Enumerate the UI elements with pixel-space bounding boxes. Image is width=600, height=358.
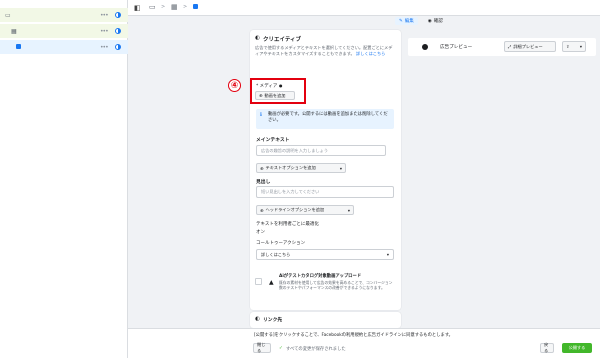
- optimize-label: テキストを利用者ごとに最適化: [256, 222, 319, 227]
- sidebar-item-adset[interactable]: ▦ •••: [0, 24, 128, 38]
- publish-button[interactable]: 公開する: [562, 343, 592, 353]
- creative-title: クリエイティブ: [263, 37, 302, 43]
- detail-preview-label: 詳細プレビュー: [513, 43, 543, 49]
- ad-square-icon: [16, 44, 21, 49]
- chevron-down-icon: ▾: [579, 44, 582, 49]
- close-button[interactable]: 閉じる: [253, 342, 271, 353]
- folder-icon[interactable]: ▭: [149, 3, 156, 11]
- tab-preview[interactable]: ◉ 確認: [424, 17, 447, 25]
- preview-header: 広告プレビュー ⤢ 詳細プレビュー ⇪ ▾: [408, 38, 596, 56]
- plus-circle-icon: ⊕: [260, 165, 264, 171]
- catalog-icon: ▲: [269, 279, 274, 286]
- link-section-title: リンク先: [263, 318, 283, 323]
- footer-bar: [公開する]をクリックすることで、Facebookの利用規約と広告ガイドラインに…: [128, 328, 600, 358]
- status-toggle-icon[interactable]: [115, 12, 121, 18]
- status-toggle-icon[interactable]: [115, 28, 121, 34]
- optimize-value: オン: [256, 230, 265, 235]
- grid-icon: ▦: [11, 27, 17, 35]
- add-text-option-button[interactable]: ⊕ テキストオプションを追加 ▾: [256, 163, 346, 173]
- info-icon: ℹ: [260, 112, 262, 118]
- tab-edit[interactable]: ✎ 編集: [395, 17, 418, 25]
- creative-description: 広告で使用するメディアとテキストを選択してください。配置ごとにメディアやテキスト…: [255, 45, 395, 57]
- saved-status: すべての変更が保存されました: [286, 347, 346, 352]
- headline-label: 見出し: [256, 180, 271, 185]
- catalog-description: 既存の素材を使用して広告の効果を高めることで、コンバージョン数のテストやパフォー…: [279, 280, 393, 290]
- more-icon[interactable]: •••: [100, 12, 109, 19]
- video-required-text: 動画が必要です。公開するには動画を追加または削除してください。: [268, 112, 388, 123]
- chevron-down-icon: ▾: [347, 207, 350, 213]
- more-icon[interactable]: •••: [100, 44, 109, 51]
- view-tabs: ✎ 編集 ◉ 確認: [395, 17, 447, 25]
- headline-input[interactable]: 短い見出しを入力してください: [256, 186, 394, 198]
- creative-half-icon: ◐: [255, 35, 260, 41]
- share-icon: ⇪: [566, 44, 570, 49]
- main-text-label: メインテキスト: [256, 138, 290, 143]
- detail-preview-button[interactable]: ⤢ 詳細プレビュー: [504, 41, 556, 52]
- back-button[interactable]: 戻る: [540, 342, 554, 353]
- add-headline-option-button[interactable]: ⊕ ヘッドラインオプションを追加 ▾: [256, 205, 354, 215]
- breadcrumb-separator: >: [161, 4, 166, 10]
- step-highlight-box: [250, 78, 306, 104]
- status-toggle-icon[interactable]: [115, 44, 121, 50]
- ad-preview-label: 広告プレビュー: [440, 45, 473, 50]
- agreement-text: [公開する]をクリックすることで、Facebookの利用規約と広告ガイドラインに…: [254, 333, 453, 338]
- main-text-input[interactable]: 広告の趣旨の説明を入力しましょう: [256, 145, 386, 156]
- add-headline-option-label: ヘッドラインオプションを追加: [265, 207, 325, 212]
- catalog-checkbox[interactable]: [255, 278, 262, 285]
- cta-select[interactable]: 詳しくはこちら ▾: [256, 249, 394, 260]
- campaign-sidebar: ▭ ••• ▦ ••• •••: [0, 0, 128, 358]
- sidebar-item-ad[interactable]: •••: [0, 40, 128, 54]
- pencil-icon: ✎: [399, 18, 403, 24]
- ad-square-icon[interactable]: [193, 4, 198, 9]
- add-text-option-label: テキストオプションを追加: [265, 165, 316, 170]
- folder-icon: ▭: [5, 11, 11, 19]
- video-required-notice: ℹ 動画が必要です。公開するには動画を追加または削除してください。: [256, 109, 394, 129]
- learn-more-link[interactable]: 詳しくはこちら: [356, 51, 385, 56]
- sidebar-item-campaign[interactable]: ▭ •••: [0, 8, 128, 22]
- chevron-down-icon: ▾: [386, 252, 389, 257]
- catalog-title: Aiがテストカタログ対象動画アップロード: [279, 274, 362, 279]
- cta-value: 詳しくはこちら: [261, 251, 291, 257]
- step-number-badge: ④: [228, 79, 241, 92]
- chevron-down-icon: ▾: [339, 165, 342, 171]
- grid-icon[interactable]: ▦: [171, 3, 178, 11]
- tab-preview-label: 確認: [433, 19, 443, 24]
- breadcrumb-separator-2: >: [183, 4, 188, 10]
- toggle-dot-icon[interactable]: [422, 44, 428, 50]
- check-icon: ✓: [279, 346, 283, 351]
- tab-edit-label: 編集: [404, 19, 414, 24]
- more-icon[interactable]: •••: [100, 28, 109, 35]
- share-dropdown-button[interactable]: ⇪ ▾: [562, 41, 586, 52]
- sidebar-toggle-icon[interactable]: ◧: [134, 4, 141, 12]
- plus-circle-icon: ⊕: [260, 207, 264, 213]
- expand-icon: ⤢: [508, 44, 512, 49]
- link-half-icon: ◐: [255, 316, 260, 322]
- cta-label: コールトゥーアクション: [256, 241, 306, 246]
- eye-icon: ◉: [427, 18, 432, 24]
